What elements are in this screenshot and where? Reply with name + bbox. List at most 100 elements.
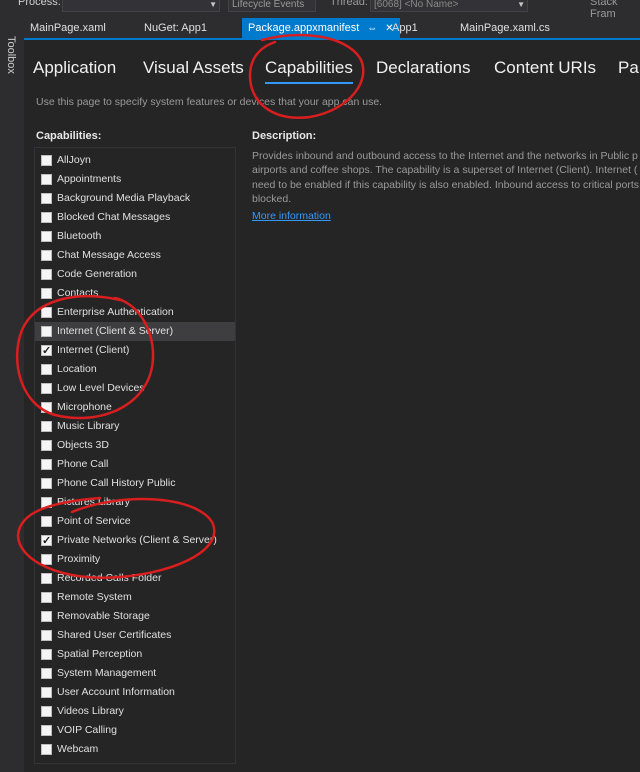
capability-label: Webcam	[57, 743, 99, 755]
capability-item[interactable]: ✓ Internet (Client)	[35, 341, 235, 360]
tab-capabilities[interactable]: Capabilities	[265, 58, 353, 84]
capability-checkbox[interactable]	[41, 383, 52, 394]
capability-item[interactable]: Internet (Client & Server)	[35, 322, 235, 341]
capability-checkbox[interactable]	[41, 687, 52, 698]
capability-item[interactable]: Shared User Certificates	[35, 626, 235, 645]
capability-item[interactable]: Phone Call	[35, 455, 235, 474]
capability-checkbox[interactable]	[41, 668, 52, 679]
capability-checkbox[interactable]	[41, 516, 52, 527]
capability-label: VOIP Calling	[57, 724, 117, 736]
capability-item[interactable]: Removable Storage	[35, 607, 235, 626]
tab-mainpage-xaml-cs[interactable]: MainPage.xaml.cs	[454, 18, 556, 38]
capability-checkbox[interactable]	[41, 326, 52, 337]
capability-checkbox[interactable]	[41, 212, 52, 223]
thread-dropdown[interactable]: [6068] <No Name> ▼	[370, 0, 528, 12]
capability-item[interactable]: Contacts	[35, 284, 235, 303]
description-line: need to be enabled if this capability is…	[252, 178, 639, 191]
capability-checkbox[interactable]	[41, 364, 52, 375]
tab-package-appxmanifest[interactable]: Package.appxmanifest ⇔ ✕	[242, 18, 400, 38]
stack-frame-label[interactable]: Stack Fram	[590, 0, 640, 20]
capability-checkbox[interactable]	[41, 193, 52, 204]
capability-checkbox[interactable]	[41, 402, 52, 413]
capability-item[interactable]: Webcam	[35, 740, 235, 759]
capability-label: Location	[57, 363, 97, 375]
tab-visual-assets[interactable]: Visual Assets	[143, 58, 244, 78]
capability-checkbox[interactable]	[41, 288, 52, 299]
capability-item[interactable]: Background Media Playback	[35, 189, 235, 208]
capability-checkbox[interactable]	[41, 497, 52, 508]
capability-item[interactable]: Spatial Perception	[35, 645, 235, 664]
tab-app1[interactable]: App1	[386, 18, 424, 38]
capability-checkbox[interactable]	[41, 725, 52, 736]
capability-checkbox[interactable]	[41, 269, 52, 280]
capability-item[interactable]: Low Level Devices	[35, 379, 235, 398]
capability-item[interactable]: Bluetooth	[35, 227, 235, 246]
capability-checkbox[interactable]	[41, 592, 52, 603]
capability-label: Blocked Chat Messages	[57, 211, 171, 223]
capability-checkbox[interactable]	[41, 174, 52, 185]
capability-checkbox[interactable]	[41, 554, 52, 565]
lifecycle-events-dropdown[interactable]: Lifecycle Events	[228, 0, 316, 12]
capability-item[interactable]: Recorded Calls Folder	[35, 569, 235, 588]
capability-checkbox[interactable]	[41, 307, 52, 318]
debug-toolbar: Process: ▼ Lifecycle Events Thread: [606…	[0, 0, 640, 20]
toolbox-strip[interactable]: Toolbox	[0, 18, 25, 772]
capability-item[interactable]: Pictures Library	[35, 493, 235, 512]
capability-checkbox[interactable]: ✓	[41, 345, 52, 357]
toolbox-label[interactable]: Toolbox	[5, 36, 17, 74]
capability-label: Recorded Calls Folder	[57, 572, 162, 584]
description-line: airports and coffee shops. The capabilit…	[252, 164, 638, 177]
tab-nuget-app1[interactable]: NuGet: App1	[138, 18, 213, 38]
capability-item[interactable]: Remote System	[35, 588, 235, 607]
capability-checkbox[interactable]	[41, 744, 52, 755]
pin-icon[interactable]: ⇔	[367, 23, 377, 34]
tab-content-uris[interactable]: Content URIs	[494, 58, 596, 78]
capability-item[interactable]: ✓ Private Networks (Client & Server)	[35, 531, 235, 550]
capability-item[interactable]: AllJoyn	[35, 151, 235, 170]
capability-label: Bluetooth	[57, 230, 102, 242]
process-dropdown[interactable]: ▼	[62, 0, 220, 12]
capabilities-heading: Capabilities:	[36, 130, 102, 142]
manifest-page-tabs: Application Visual Assets Capabilities D…	[24, 48, 640, 88]
capability-checkbox[interactable]	[41, 250, 52, 261]
tab-packaging[interactable]: Pa	[618, 58, 639, 78]
capability-item[interactable]: Blocked Chat Messages	[35, 208, 235, 227]
capability-label: Appointments	[57, 173, 122, 185]
tab-mainpage-xaml[interactable]: MainPage.xaml	[24, 18, 112, 38]
capability-checkbox[interactable]	[41, 155, 52, 166]
capability-item[interactable]: Chat Message Access	[35, 246, 235, 265]
capability-item[interactable]: User Account Information	[35, 683, 235, 702]
capability-item[interactable]: Enterprise Authentication	[35, 303, 235, 322]
capability-checkbox[interactable]	[41, 630, 52, 641]
more-information-link[interactable]: More information	[252, 210, 331, 222]
capability-item[interactable]: Point of Service	[35, 512, 235, 531]
capability-checkbox[interactable]	[41, 459, 52, 470]
tab-application[interactable]: Application	[33, 58, 116, 78]
capability-checkbox[interactable]	[41, 421, 52, 432]
capability-checkbox[interactable]	[41, 440, 52, 451]
capability-item[interactable]: Objects 3D	[35, 436, 235, 455]
capability-checkbox[interactable]	[41, 478, 52, 489]
capability-item[interactable]: Proximity	[35, 550, 235, 569]
capability-item[interactable]: Code Generation	[35, 265, 235, 284]
capability-checkbox[interactable]: ✓	[41, 535, 52, 547]
capability-checkbox[interactable]	[41, 649, 52, 660]
capability-label: Contacts	[57, 287, 99, 299]
capability-checkbox[interactable]	[41, 611, 52, 622]
tab-declarations[interactable]: Declarations	[376, 58, 471, 78]
capability-item[interactable]: Videos Library	[35, 702, 235, 721]
capability-item[interactable]: VOIP Calling	[35, 721, 235, 740]
process-label: Process:	[18, 0, 61, 8]
capability-item[interactable]: Location	[35, 360, 235, 379]
capability-label: Removable Storage	[57, 610, 150, 622]
description-line: blocked.	[252, 192, 292, 205]
capabilities-list[interactable]: AllJoyn Appointments Background Media Play…	[34, 147, 236, 764]
capability-item[interactable]: Appointments	[35, 170, 235, 189]
capability-checkbox[interactable]	[41, 573, 52, 584]
capability-checkbox[interactable]	[41, 231, 52, 242]
capability-checkbox[interactable]	[41, 706, 52, 717]
capability-item[interactable]: Phone Call History Public	[35, 474, 235, 493]
capability-item[interactable]: System Management	[35, 664, 235, 683]
capability-item[interactable]: Microphone	[35, 398, 235, 417]
capability-item[interactable]: Music Library	[35, 417, 235, 436]
